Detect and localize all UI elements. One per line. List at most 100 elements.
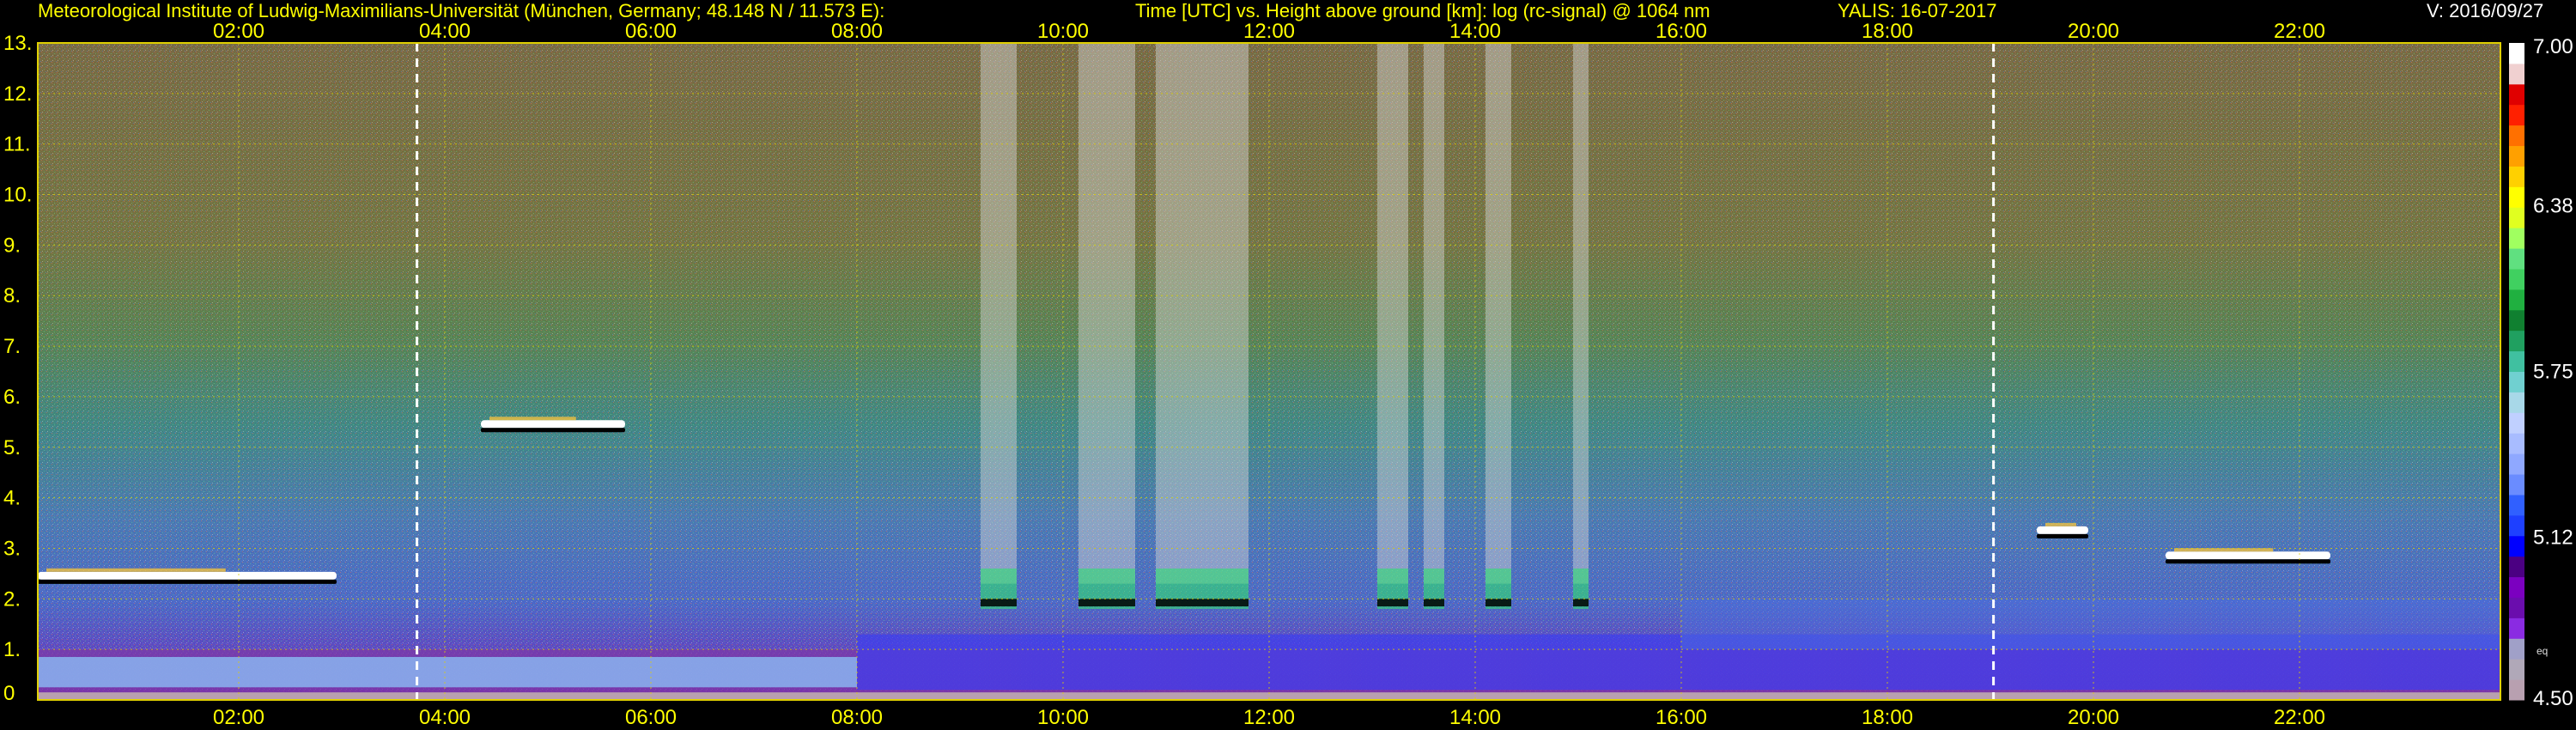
precip-streak (1485, 43, 1511, 584)
colorbar-segment (2509, 514, 2524, 537)
x-tick-label-bottom: 18:00 (1862, 706, 1913, 729)
x-tick-label-top: 22:00 (2274, 20, 2325, 43)
x-tick-label-top: 16:00 (1656, 20, 1707, 43)
precip-streak (1156, 43, 1249, 584)
colorbar-label: 5.75 (2533, 361, 2573, 384)
colorbar-label: 4.50 (2533, 687, 2573, 710)
x-tick-label-top: 04:00 (419, 20, 471, 43)
x-tick-label-bottom: 10:00 (1037, 706, 1089, 729)
colorbar: 7.00 6.38 5.75 5.12 4.50 eq (2509, 35, 2573, 710)
upper-aerosol-layer (1681, 599, 2500, 650)
y-tick-label: 10. (3, 184, 32, 207)
streak-dark-edge (1377, 599, 1408, 607)
y-tick-label: 2. (3, 587, 21, 611)
colorbar-segment (2509, 638, 2524, 660)
x-tick-label-bottom: 16:00 (1656, 706, 1707, 729)
cloud-layer (38, 571, 337, 580)
colorbar-label: 6.38 (2533, 195, 2573, 218)
y-tick-label: 7. (3, 335, 21, 358)
colorbar-segment (2509, 309, 2524, 332)
cloud-top-edge (46, 568, 226, 572)
streak-dark-edge (1078, 599, 1135, 607)
lidar-chart: 0 1. 2. 3. 4. 5. 6. 7. 8. 9. 10. 11. 12. 13. 02:00 02:0… (3, 20, 2573, 729)
y-tick-label: 13. (3, 32, 32, 55)
x-tick-label-bottom: 06:00 (625, 706, 677, 729)
streak-dark-edge (1156, 599, 1249, 607)
y-tick-label: 1. (3, 638, 21, 661)
y-tick-label: 12. (3, 82, 32, 106)
colorbar-segment (2509, 43, 2524, 64)
y-tick-label: 4. (3, 487, 21, 510)
streak-dark-edge (1424, 599, 1444, 607)
cloud-top-edge (2045, 522, 2076, 526)
x-tick-label-top: 20:00 (2068, 20, 2119, 43)
colorbar-segment (2509, 268, 2524, 290)
x-tick-label-bottom: 22:00 (2274, 706, 2325, 729)
x-tick-label-top: 08:00 (831, 20, 883, 43)
x-tick-label-top: 18:00 (1862, 20, 1913, 43)
colorbar-label: 5.12 (2533, 526, 2573, 549)
cloud-shadow (481, 428, 625, 433)
colorbar-segment (2509, 125, 2524, 147)
colorbar-segment (2509, 597, 2524, 618)
colorbar-segment (2509, 433, 2524, 454)
x-tick-label-bottom: 02:00 (213, 706, 264, 729)
colorbar-segment (2509, 145, 2524, 167)
colorbar-segment (2509, 186, 2524, 208)
colorbar-segment (2509, 104, 2524, 126)
y-tick-label: 3. (3, 537, 21, 560)
cloud-top-edge (489, 417, 576, 421)
colorbar-segment (2509, 679, 2524, 701)
colorbar-segment (2509, 289, 2524, 311)
y-tick-label: 5. (3, 436, 21, 459)
colorbar-segment (2509, 350, 2524, 372)
x-tick-label-bottom: 12:00 (1243, 706, 1295, 729)
colorbar-segment (2509, 166, 2524, 187)
colorbar-extra-label: eq (2537, 645, 2548, 657)
streak-dark-edge (1573, 599, 1589, 607)
colorbar-segment (2509, 659, 2524, 680)
y-tick-label: 9. (3, 234, 21, 257)
colorbar-label: 7.00 (2533, 35, 2573, 58)
colorbar-segment (2509, 617, 2524, 639)
x-tick-label-bottom: 04:00 (419, 706, 471, 729)
colorbar-segment (2509, 248, 2524, 270)
precip-streak (1424, 43, 1444, 584)
colorbar-segment (2509, 494, 2524, 516)
colorbar-segment (2509, 556, 2524, 578)
colorbar-segment (2509, 392, 2524, 413)
y-tick-label: 6. (3, 386, 21, 409)
x-tick-label-bottom: 20:00 (2068, 706, 2119, 729)
x-tick-label-top: 12:00 (1243, 20, 1295, 43)
x-tick-label-bottom: 14:00 (1449, 706, 1501, 729)
precip-streak (1078, 43, 1135, 584)
x-tick-label-top: 10:00 (1037, 20, 1089, 43)
near-surface-layer (38, 656, 857, 688)
x-tick-label-bottom: 08:00 (831, 706, 883, 729)
x-tick-label-top: 14:00 (1449, 20, 1501, 43)
cloud-layer (481, 420, 625, 429)
colorbar-segment (2509, 576, 2524, 598)
streak-dark-edge (981, 599, 1017, 607)
colorbar-segment (2509, 412, 2524, 434)
y-tick-label: 11. (3, 133, 31, 156)
colorbar-segment (2509, 83, 2524, 106)
precip-streak (1377, 43, 1408, 584)
cloud-layer (2037, 526, 2088, 534)
cloud-shadow (2166, 559, 2330, 564)
precip-streak (981, 43, 1017, 584)
colorbar-segment (2509, 63, 2524, 85)
colorbar-segment (2509, 330, 2524, 352)
colorbar-segment (2509, 535, 2524, 557)
cloud-layer (2166, 551, 2330, 560)
colorbar-segment (2509, 474, 2524, 496)
colorbar-segment (2509, 453, 2524, 475)
y-tick-label: 8. (3, 284, 21, 307)
x-tick-label-top: 06:00 (625, 20, 677, 43)
cloud-shadow (38, 579, 337, 584)
colorbar-segment (2509, 228, 2524, 249)
colorbar-segment (2509, 207, 2524, 228)
colorbar-segment (2509, 371, 2524, 392)
streak-dark-edge (1485, 599, 1511, 607)
cloud-shadow (2037, 533, 2088, 538)
